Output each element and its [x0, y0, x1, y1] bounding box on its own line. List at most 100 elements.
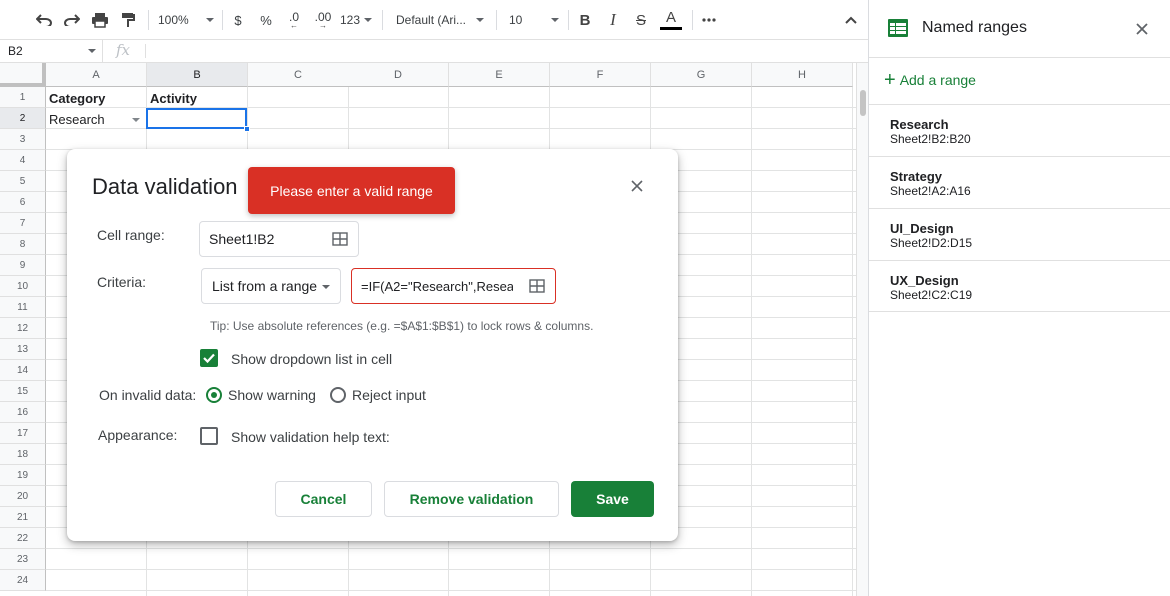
row-header-7[interactable]: 7: [0, 213, 46, 234]
row-header-2[interactable]: 2: [0, 108, 46, 129]
chevron-down-icon: [551, 18, 559, 22]
column-header-g[interactable]: G: [651, 63, 752, 87]
chevron-down-icon: [476, 18, 484, 22]
paint-format-icon[interactable]: [118, 8, 138, 32]
show-dropdown-checkbox[interactable]: [200, 349, 218, 367]
row-header-17[interactable]: 17: [0, 423, 46, 444]
font-size-select[interactable]: 10: [509, 8, 559, 32]
more-formats-select[interactable]: 123: [340, 8, 372, 32]
select-range-icon[interactable]: [332, 232, 348, 246]
toolbar-divider: [496, 10, 497, 30]
help-text-checkbox[interactable]: [200, 427, 218, 445]
fill-handle[interactable]: [244, 126, 250, 132]
row-header-9[interactable]: 9: [0, 255, 46, 276]
row-header-8[interactable]: 8: [0, 234, 46, 255]
reject-input-radio[interactable]: [330, 387, 346, 403]
column-header-h[interactable]: H: [752, 63, 853, 87]
row-header-20[interactable]: 20: [0, 486, 46, 507]
column-header-c[interactable]: C: [248, 63, 349, 87]
formula-input[interactable]: [152, 40, 852, 62]
named-range-item-research[interactable]: Research Sheet2!B2:B20: [869, 104, 1170, 156]
percent-button[interactable]: %: [258, 8, 274, 32]
named-range-item-ux-design[interactable]: UX_Design Sheet2!C2:C19: [869, 260, 1170, 312]
cell-range-input[interactable]: Sheet1!B2: [199, 221, 359, 257]
cancel-button[interactable]: Cancel: [275, 481, 372, 517]
toolbar-divider: [382, 10, 383, 30]
row-header-13[interactable]: 13: [0, 339, 46, 360]
row-header-3[interactable]: 3: [0, 129, 46, 150]
text-color-icon[interactable]: A: [660, 8, 682, 32]
row-header-10[interactable]: 10: [0, 276, 46, 297]
strikethrough-icon[interactable]: S: [633, 8, 649, 32]
bold-icon[interactable]: B: [577, 8, 593, 32]
row-header-4[interactable]: 4: [0, 150, 46, 171]
name-box[interactable]: B2: [0, 40, 103, 62]
chevron-down-icon: [364, 18, 372, 22]
cell-a2-value: Research: [49, 112, 105, 127]
row-header-6[interactable]: 6: [0, 192, 46, 213]
row-header-15[interactable]: 15: [0, 381, 46, 402]
collapse-toolbar-icon[interactable]: [842, 8, 860, 32]
row-header-1[interactable]: 1: [0, 87, 46, 108]
named-range-name: Research: [890, 117, 949, 132]
appearance-label: Appearance:: [98, 427, 178, 443]
column-header-a[interactable]: A: [46, 63, 147, 87]
redo-icon[interactable]: [62, 8, 82, 32]
select-range-icon[interactable]: [529, 279, 545, 293]
row-header-14[interactable]: 14: [0, 360, 46, 381]
print-icon[interactable]: [90, 8, 110, 32]
column-gridline: [852, 87, 853, 596]
zoom-select[interactable]: 100%: [158, 8, 214, 32]
named-range-reference: Sheet2!D2:D15: [890, 236, 973, 250]
row-header-22[interactable]: 22: [0, 528, 46, 549]
vertical-scrollbar[interactable]: [856, 63, 868, 596]
undo-icon[interactable]: [34, 8, 54, 32]
row-header-21[interactable]: 21: [0, 507, 46, 528]
row-header-16[interactable]: 16: [0, 402, 46, 423]
save-button[interactable]: Save: [571, 481, 654, 517]
row-header-24[interactable]: 24: [0, 570, 46, 591]
italic-icon[interactable]: I: [605, 8, 621, 32]
cell-b1[interactable]: Activity: [147, 88, 247, 109]
add-range-button[interactable]: + Add a range: [884, 69, 976, 91]
plus-icon: +: [884, 69, 896, 91]
row-header-19[interactable]: 19: [0, 465, 46, 486]
more-options-icon[interactable]: [700, 8, 718, 32]
criteria-type-select[interactable]: List from a range: [201, 268, 341, 304]
column-header-e[interactable]: E: [449, 63, 550, 87]
formula-divider: [145, 44, 146, 58]
show-warning-radio[interactable]: [206, 387, 222, 403]
dialog-title: Data validation: [92, 174, 238, 199]
row-header-23[interactable]: 23: [0, 549, 46, 570]
row-header-5[interactable]: 5: [0, 171, 46, 192]
currency-button[interactable]: $: [230, 8, 246, 32]
add-range-label: Add a range: [899, 72, 976, 88]
checkmark-icon: [203, 353, 215, 364]
close-icon[interactable]: [630, 179, 644, 193]
dropdown-chevron-icon[interactable]: [132, 118, 140, 122]
close-icon[interactable]: [1134, 21, 1150, 37]
named-range-item-ui-design[interactable]: UI_Design Sheet2!D2:D15: [869, 208, 1170, 260]
remove-validation-button[interactable]: Remove validation: [384, 481, 559, 517]
row-header-18[interactable]: 18: [0, 444, 46, 465]
named-range-item-strategy[interactable]: Strategy Sheet2!A2:A16: [869, 156, 1170, 208]
arrow-left-icon: ←: [290, 21, 298, 30]
select-all-corner[interactable]: [0, 63, 46, 87]
decrease-decimal-button[interactable]: .0 ←: [283, 8, 305, 32]
cell-a1[interactable]: Category: [46, 88, 146, 109]
criteria-range-input[interactable]: =IF(A2="Research",Research,IF(A2="Strate…: [351, 268, 556, 304]
chevron-down-icon: [322, 285, 330, 289]
font-select[interactable]: Default (Ari...: [396, 8, 484, 32]
row-header-12[interactable]: 12: [0, 318, 46, 339]
selected-cell-b2[interactable]: [146, 108, 247, 129]
column-header-d[interactable]: D: [348, 63, 449, 87]
chevron-down-icon: [206, 18, 214, 22]
scrollbar-thumb[interactable]: [860, 90, 866, 116]
column-header-f[interactable]: F: [550, 63, 651, 87]
zoom-value: 100%: [158, 13, 189, 27]
cell-a2[interactable]: Research: [46, 109, 146, 130]
row-header-11[interactable]: 11: [0, 297, 46, 318]
column-header-b[interactable]: B: [147, 63, 248, 87]
increase-decimal-button[interactable]: .00 →: [311, 8, 335, 32]
named-range-name: Strategy: [890, 169, 943, 184]
